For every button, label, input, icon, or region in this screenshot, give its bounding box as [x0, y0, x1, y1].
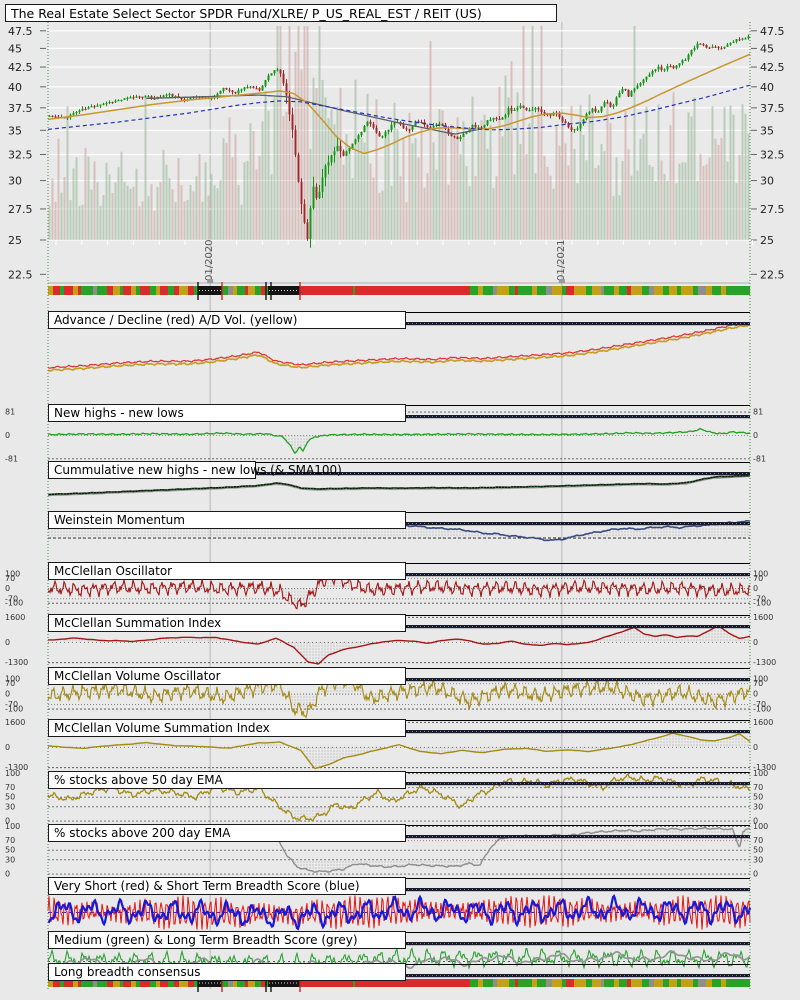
panel-label-mcclellan-summation: McClellan Summation Index — [48, 614, 406, 632]
svg-text:22.5: 22.5 — [760, 268, 785, 281]
nh-nl-line — [47, 427, 751, 455]
svg-text:32.5: 32.5 — [760, 148, 785, 161]
main-price-chart: 47.5 47.5 45 45 42.5 42.5 40 40 37.5 37.5 35 35 32.5… — [8, 25, 785, 284]
svg-text:35: 35 — [760, 124, 774, 137]
svg-text:1600: 1600 — [5, 718, 25, 727]
svg-text:0: 0 — [753, 431, 758, 440]
svg-text:0: 0 — [5, 431, 10, 440]
svg-text:35: 35 — [8, 124, 22, 137]
panel-label-weinstein-momentum: Weinstein Momentum — [48, 511, 406, 529]
svg-text:30: 30 — [753, 855, 763, 864]
panel-label-mcclellan-oscillator: McClellan Oscillator — [48, 562, 406, 580]
svg-text:0: 0 — [5, 743, 10, 752]
chart-title: The Real Estate Select Sector SPDR Fund/… — [5, 4, 557, 22]
svg-text:47.5: 47.5 — [8, 25, 33, 38]
cum-sma-grey — [48, 476, 750, 497]
svg-text:01/2020: 01/2020 — [204, 239, 215, 281]
svg-text:70: 70 — [753, 574, 763, 583]
svg-text:0: 0 — [5, 638, 10, 647]
svg-text:1600: 1600 — [753, 718, 773, 727]
svg-text:50: 50 — [5, 846, 15, 855]
chart-canvas[interactable]: 47.5 47.5 45 45 42.5 42.5 40 40 37.5 37.5 35 35 32.5… — [0, 0, 800, 1000]
svg-text:50: 50 — [753, 846, 763, 855]
svg-text:27.5: 27.5 — [760, 203, 785, 216]
svg-text:0: 0 — [753, 870, 758, 879]
svg-text:0: 0 — [5, 870, 10, 879]
chart-page: { "title": "The Real Estate Select Secto… — [0, 0, 800, 1000]
sma-fast-yellow — [47, 53, 751, 154]
consensus-strip-top — [48, 282, 750, 300]
ad-vol-line-yellow — [47, 323, 751, 372]
svg-text:22.5: 22.5 — [8, 268, 33, 281]
svg-text:32.5: 32.5 — [8, 148, 33, 161]
svg-text:30: 30 — [5, 802, 15, 811]
svg-text:40: 40 — [8, 81, 22, 94]
svg-text:30: 30 — [8, 175, 22, 188]
panel-label-breadth-medium: Medium (green) & Long Term Breadth Score… — [48, 931, 406, 949]
svg-text:45: 45 — [760, 42, 774, 55]
svg-text:0: 0 — [753, 743, 758, 752]
svg-text:-100: -100 — [753, 599, 771, 608]
svg-text:0: 0 — [5, 584, 10, 593]
panel-label-new-highs-lows: New highs - new lows — [48, 404, 406, 422]
mcclellan-vol-sum-line — [47, 732, 751, 770]
svg-text:81: 81 — [753, 408, 763, 417]
svg-text:30: 30 — [753, 802, 763, 811]
panel-label-pct-above-200ema: % stocks above 200 day EMA — [48, 824, 406, 842]
svg-text:81: 81 — [5, 408, 15, 417]
svg-text:-100: -100 — [5, 705, 23, 714]
svg-text:45: 45 — [8, 42, 22, 55]
svg-text:27.5: 27.5 — [8, 203, 33, 216]
plot-edges — [47, 22, 751, 989]
svg-text:100: 100 — [5, 822, 20, 831]
panel-label-long-breadth-consensus: Long breadth consensus — [48, 963, 406, 981]
svg-text:37.5: 37.5 — [8, 102, 33, 115]
svg-text:50: 50 — [5, 793, 15, 802]
svg-text:47.5: 47.5 — [760, 25, 785, 38]
svg-text:30: 30 — [5, 855, 15, 864]
svg-text:25: 25 — [760, 234, 774, 247]
svg-text:-81: -81 — [5, 454, 18, 463]
svg-text:37.5: 37.5 — [760, 102, 785, 115]
svg-text:25: 25 — [8, 234, 22, 247]
panel-label-mcclellan-volume-oscillator: McClellan Volume Oscillator — [48, 667, 406, 685]
panel-label-breadth-short: Very Short (red) & Short Term Breadth Sc… — [48, 877, 406, 895]
svg-text:40: 40 — [760, 81, 774, 94]
svg-text:70: 70 — [753, 783, 763, 792]
svg-text:1600: 1600 — [753, 613, 773, 622]
svg-text:70: 70 — [5, 783, 15, 792]
svg-text:-100: -100 — [5, 599, 23, 608]
svg-text:-1300: -1300 — [5, 658, 28, 667]
svg-text:70: 70 — [753, 679, 763, 688]
svg-text:100: 100 — [753, 769, 768, 778]
svg-text:0: 0 — [753, 638, 758, 647]
svg-text:100: 100 — [753, 822, 768, 831]
panel-label-cumulative-highs-lows: Cummulative new highs - new lows (& SMA1… — [48, 461, 342, 479]
svg-text:-100: -100 — [753, 705, 771, 714]
panel-label-advance-decline: Advance / Decline (red) A/D Vol. (yellow… — [48, 311, 406, 329]
svg-text:0: 0 — [5, 690, 10, 699]
panel-label-pct-above-50ema: % stocks above 50 day EMA — [48, 771, 406, 789]
svg-text:0: 0 — [753, 584, 758, 593]
svg-text:01/2021: 01/2021 — [556, 239, 567, 281]
svg-text:-81: -81 — [753, 454, 766, 463]
svg-text:100: 100 — [5, 769, 20, 778]
svg-text:-1300: -1300 — [753, 658, 776, 667]
svg-text:70: 70 — [753, 836, 763, 845]
volume-bars — [48, 26, 750, 241]
panel-label-mcclellan-volume-summation: McClellan Volume Summation Index — [48, 719, 406, 737]
svg-text:30: 30 — [760, 175, 774, 188]
svg-text:70: 70 — [5, 574, 15, 583]
svg-text:42.5: 42.5 — [760, 61, 785, 74]
svg-text:1600: 1600 — [5, 613, 25, 622]
svg-text:42.5: 42.5 — [8, 61, 33, 74]
svg-text:70: 70 — [5, 679, 15, 688]
svg-text:0: 0 — [753, 690, 758, 699]
svg-text:50: 50 — [753, 793, 763, 802]
svg-text:70: 70 — [5, 836, 15, 845]
